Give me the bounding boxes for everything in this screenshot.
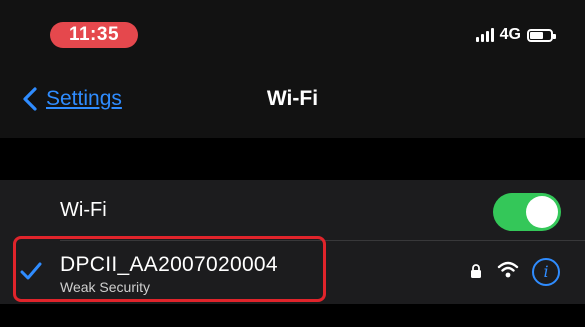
section-spacer <box>0 138 585 180</box>
annotation-highlight-box <box>13 236 326 302</box>
wifi-settings-group: Wi-Fi DPCII_AA2007020004 Weak Security i <box>0 180 585 304</box>
wifi-toggle-row: Wi-Fi <box>0 180 585 240</box>
navigation-bar: Settings Wi-Fi <box>0 62 585 138</box>
status-indicators: 4G <box>475 26 556 44</box>
wifi-signal-icon <box>497 261 519 278</box>
lock-icon <box>471 264 481 278</box>
battery-icon <box>527 28 556 42</box>
page-title: Wi-Fi <box>266 87 319 110</box>
status-bar: 11:35 4G <box>0 0 585 62</box>
toggle-knob <box>526 196 558 228</box>
wifi-toggle-switch[interactable] <box>493 193 561 231</box>
bottom-spacer <box>0 304 585 327</box>
info-icon[interactable]: i <box>532 258 560 286</box>
status-time[interactable]: 11:35 <box>50 22 138 48</box>
network-type: 4G <box>499 26 521 43</box>
wifi-toggle-label: Wi-Fi <box>60 199 107 221</box>
phone-screen: 11:35 4G Settings Wi-Fi Wi-Fi DPCII_AA20… <box>0 0 585 327</box>
cellular-signal-icon <box>475 28 494 42</box>
battery-level <box>530 31 544 39</box>
